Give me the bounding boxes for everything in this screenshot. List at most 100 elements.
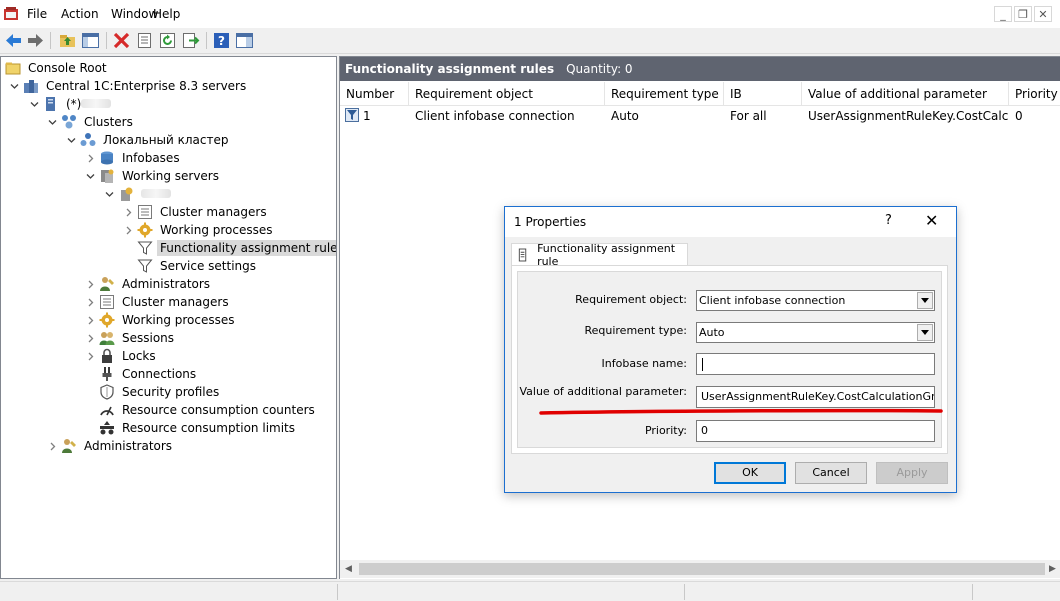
menu-action[interactable]: Action	[61, 7, 99, 21]
cell-additional-parameter: UserAssignmentRuleKey.CostCalcu...	[808, 109, 1009, 123]
close-icon[interactable]: ✕	[1034, 6, 1052, 22]
requirement-type-select[interactable]: Auto	[696, 322, 935, 343]
mdi-window-controls: _ ❐ ✕	[994, 6, 1052, 22]
tree-item-working-processes[interactable]: Working processes	[83, 311, 238, 329]
cancel-button[interactable]: Cancel	[795, 462, 867, 484]
mmc-app-icon[interactable]	[3, 6, 19, 22]
chevron-down-icon[interactable]	[7, 77, 21, 95]
requirement-object-select[interactable]: Client infobase connection	[696, 290, 935, 311]
chevron-down-icon[interactable]	[27, 95, 41, 113]
up-folder-icon[interactable]	[58, 31, 77, 50]
tree-item-central-servers[interactable]: Central 1C:Enterprise 8.3 servers	[7, 77, 249, 95]
svg-text:?: ?	[218, 34, 225, 48]
chevron-right-icon[interactable]	[83, 311, 97, 329]
tree-item-infobases[interactable]: Infobases	[83, 149, 183, 167]
ok-button[interactable]: OK	[714, 462, 786, 484]
properties-group: Requirement object: Client infobase conn…	[517, 271, 942, 448]
scroll-left-icon[interactable]: ◀	[340, 560, 357, 578]
chevron-right-icon[interactable]	[83, 275, 97, 293]
chevron-down-icon[interactable]	[45, 113, 59, 131]
server-group-icon	[24, 80, 38, 93]
close-button[interactable]: ✕	[925, 211, 938, 230]
infobase-name-input[interactable]	[696, 353, 935, 375]
chevron-down-icon[interactable]	[83, 167, 97, 185]
chevron-down-icon[interactable]	[917, 292, 933, 309]
additional-parameter-input[interactable]: UserAssignmentRuleKey.CostCalculationGro…	[696, 386, 935, 408]
scrollbar-thumb[interactable]	[359, 563, 1045, 575]
tree-item-locks[interactable]: Locks	[83, 347, 159, 365]
tree-item-cluster-managers[interactable]: Cluster managers	[83, 293, 232, 311]
cell-priority: 0	[1015, 109, 1023, 123]
results-quantity: Quantity: 0	[566, 62, 633, 76]
tree-item-local-cluster[interactable]: Локальный кластер	[64, 131, 232, 149]
column-header-priority[interactable]: Priority	[1009, 82, 1060, 106]
tree-item-resource-limits[interactable]: Resource consumption limits	[99, 419, 298, 437]
chevron-right-icon[interactable]	[83, 347, 97, 365]
scroll-right-icon[interactable]: ▶	[1044, 560, 1060, 578]
tree-item-console-root[interactable]: Console Root	[5, 59, 110, 77]
tree-item-ws-service-settings[interactable]: Service settings	[121, 257, 259, 275]
tree-item-ws-functionality-rules[interactable]: Functionality assignment rules	[121, 239, 336, 257]
tree-item-working-servers[interactable]: Working servers	[83, 167, 222, 185]
requirement-type-label: Requirement type:	[584, 324, 687, 337]
menu-window[interactable]: Help	[153, 7, 180, 21]
properties-icon[interactable]	[135, 31, 154, 50]
show-hide-tree-icon[interactable]	[81, 31, 100, 50]
minimize-icon[interactable]: _	[994, 6, 1012, 22]
chevron-right-icon[interactable]	[121, 203, 135, 221]
tree-item-administrators[interactable]: Administrators	[83, 275, 213, 293]
help-button[interactable]: ?	[885, 213, 892, 228]
menu-file[interactable]: File	[27, 7, 47, 21]
document-icon	[518, 248, 527, 262]
horizontal-scrollbar[interactable]: ◀ ▶	[340, 560, 1060, 578]
tree-item-sessions[interactable]: Sessions	[83, 329, 177, 347]
export-list-icon[interactable]	[181, 31, 200, 50]
restore-icon[interactable]: ❐	[1014, 6, 1032, 22]
chevron-down-icon[interactable]	[64, 131, 78, 149]
chevron-right-icon[interactable]	[83, 149, 97, 167]
tree-item-connections[interactable]: Connections	[99, 365, 199, 383]
redacted-host	[81, 99, 112, 108]
column-header-requirement-object[interactable]: Requirement object	[409, 82, 605, 106]
menu-window[interactable]: Window	[111, 7, 158, 21]
column-header-number[interactable]: Number	[340, 82, 409, 106]
chevron-right-icon[interactable]	[83, 293, 97, 311]
tab-functionality-assignment-rule[interactable]: Functionality assignment rule	[511, 242, 688, 268]
forward-icon[interactable]	[26, 31, 45, 50]
tree-item-working-server[interactable]	[102, 185, 174, 203]
priority-input[interactable]: 0	[696, 420, 935, 442]
administrators-icon	[62, 439, 76, 453]
chevron-right-icon[interactable]	[45, 437, 59, 455]
chevron-right-icon[interactable]	[83, 329, 97, 347]
delete-icon[interactable]	[112, 31, 131, 50]
column-header-requirement-type[interactable]: Requirement type	[605, 82, 724, 106]
gear-icon	[137, 222, 153, 238]
dialog-title-bar: 1 Properties ? ✕	[505, 207, 956, 237]
properties-dialog: 1 Properties ? ✕ Functionality assignmen…	[504, 206, 957, 493]
folder-icon	[5, 62, 21, 75]
tree-item-ws-cluster-managers[interactable]: Cluster managers	[121, 203, 270, 221]
help-icon[interactable]: ?	[212, 31, 231, 50]
back-icon[interactable]	[4, 31, 23, 50]
tree-item-server[interactable]: (*)	[27, 95, 114, 113]
additional-parameter-label: Value of additional parameter:	[519, 385, 687, 398]
column-header-additional-parameter[interactable]: Value of additional parameter	[802, 82, 1009, 106]
tree-item-security-profiles[interactable]: Security profiles	[99, 383, 222, 401]
chevron-right-icon[interactable]	[121, 221, 135, 239]
column-header-ib[interactable]: IB	[724, 82, 802, 106]
tree-item-resource-counters[interactable]: Resource consumption counters	[99, 401, 318, 419]
console-tree[interactable]: Console Root Central 1C:Enterprise 8.3 s…	[0, 56, 337, 579]
chevron-down-icon[interactable]	[102, 185, 116, 203]
tree-item-central-administrators[interactable]: Administrators	[45, 437, 175, 455]
apply-button[interactable]: Apply	[876, 462, 948, 484]
tab-panel: Requirement object: Client infobase conn…	[511, 265, 948, 454]
working-server-icon	[121, 187, 133, 201]
table-row[interactable]: 1 Client infobase connection Auto For al…	[340, 106, 1060, 126]
chevron-down-icon[interactable]	[917, 324, 933, 341]
menu-bar: File Action Window Help _ ❐ ✕	[0, 0, 1060, 28]
tree-item-clusters[interactable]: Clusters	[45, 113, 136, 131]
tree-item-ws-working-processes[interactable]: Working processes	[121, 221, 276, 239]
refresh-icon[interactable]	[158, 31, 177, 50]
database-icon	[101, 151, 113, 165]
show-panel-icon[interactable]	[235, 31, 254, 50]
